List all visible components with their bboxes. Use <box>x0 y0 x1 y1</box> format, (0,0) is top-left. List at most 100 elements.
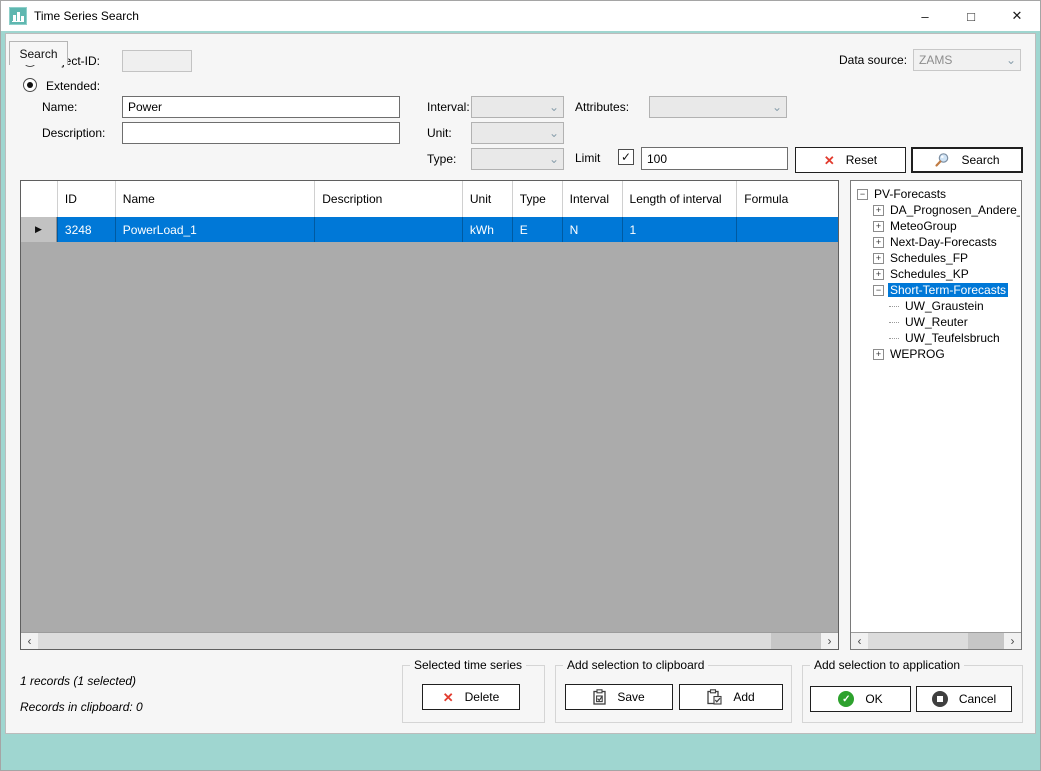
tree-connector <box>889 321 899 323</box>
tree-item-weprog[interactable]: + WEPROG <box>853 346 1020 362</box>
close-button[interactable]: ✕ <box>994 1 1040 31</box>
collapse-icon[interactable]: − <box>873 284 884 296</box>
column-header-interval[interactable]: Interval <box>561 181 622 217</box>
time-series-search-window: Time Series Search – □ ✕ Search Edit Mas… <box>0 0 1041 771</box>
limit-label: Limit <box>575 151 601 165</box>
search-button[interactable]: Search <box>911 147 1023 173</box>
tree-item-pv-forecasts[interactable]: − PV-Forecasts <box>853 186 1020 202</box>
column-header-description[interactable]: Description <box>314 181 462 217</box>
object-id-input[interactable] <box>122 50 192 72</box>
table-cell[interactable]: 1 <box>621 217 737 242</box>
table-row[interactable]: ▶ 3248 PowerLoad_1 kWh E N 1 <box>21 217 838 242</box>
tree-item-next-day-forecasts[interactable]: + Next-Day-Forecasts <box>853 234 1020 250</box>
attributes-select[interactable]: ⌄ <box>649 96 787 118</box>
scroll-left-icon: ‹ <box>27 634 32 648</box>
extended-label: Extended: <box>46 79 101 93</box>
tree-scroll-thumb[interactable] <box>868 633 968 649</box>
name-input[interactable] <box>122 96 400 118</box>
add-button-label: Add <box>733 690 755 704</box>
minimize-button[interactable]: – <box>902 1 948 31</box>
tab-search[interactable]: Search <box>9 41 68 65</box>
add-button[interactable]: Add <box>679 684 783 710</box>
clipboard-paste-icon <box>707 689 722 705</box>
type-label: Type: <box>427 152 457 166</box>
scroll-right-button[interactable]: › <box>821 633 838 649</box>
tree-item-uw-graustein[interactable]: UW_Graustein <box>853 298 1020 314</box>
results-table: ID Name Description Unit Type Interval Length … <box>20 180 839 650</box>
tree-item-uw-reuter[interactable]: UW_Reuter <box>853 314 1020 330</box>
reset-button-label: Reset <box>845 153 878 167</box>
unit-label: Unit: <box>427 126 452 140</box>
column-header-id[interactable]: ID <box>56 181 115 217</box>
description-input[interactable] <box>122 122 400 144</box>
table-cell[interactable] <box>314 217 462 242</box>
limit-input[interactable] <box>642 148 802 169</box>
tree-scroll-track[interactable] <box>868 633 1004 649</box>
expand-icon[interactable]: + <box>873 252 884 264</box>
column-header-formula[interactable]: Formula <box>736 181 838 217</box>
tree-item-short-term-forecasts[interactable]: − Short-Term-Forecasts <box>853 282 1020 298</box>
expand-icon[interactable]: + <box>873 348 884 360</box>
tree-item-label: UW_Graustein <box>905 299 984 313</box>
application-group-title: Add selection to application <box>810 658 965 672</box>
extended-radio[interactable] <box>23 78 37 92</box>
clipboard-status: Records in clipboard: 0 <box>20 700 143 714</box>
delete-button[interactable]: ✕ Delete <box>422 684 520 710</box>
tree-item-schedules-kp[interactable]: + Schedules_KP <box>853 266 1020 282</box>
table-cell[interactable] <box>736 217 838 242</box>
table-header-row: ID Name Description Unit Type Interval Length … <box>21 181 838 217</box>
table-cell[interactable]: N <box>561 217 622 242</box>
table-hscrollbar[interactable]: ‹ › <box>21 632 838 649</box>
indicator-column-header <box>21 181 57 217</box>
tree-hscrollbar[interactable]: ‹ › <box>851 632 1021 649</box>
check-icon: ✓ <box>620 150 632 164</box>
row-indicator: ▶ <box>21 217 57 242</box>
limit-spinner: ▲ ▼ <box>641 147 809 170</box>
red-x-icon: ✕ <box>442 689 454 705</box>
scroll-left-button[interactable]: ‹ <box>851 633 868 649</box>
tree-item-label: DA_Prognosen_Andere_ <box>890 203 1020 217</box>
table-cell[interactable]: 3248 <box>56 217 115 242</box>
tree-item-schedules-fp[interactable]: + Schedules_FP <box>853 250 1020 266</box>
maximize-button[interactable]: □ <box>948 1 994 31</box>
table-cell[interactable]: kWh <box>461 217 512 242</box>
data-source-label: Data source: <box>839 53 908 67</box>
delete-button-label: Delete <box>464 690 500 704</box>
cancel-button[interactable]: Cancel <box>916 686 1012 712</box>
scroll-left-button[interactable]: ‹ <box>21 633 38 649</box>
column-header-name[interactable]: Name <box>114 181 314 217</box>
tree-item-meteogroup[interactable]: + MeteoGroup <box>853 218 1020 234</box>
type-select[interactable]: ⌄ <box>471 148 564 170</box>
name-label: Name: <box>42 100 78 114</box>
collapse-icon[interactable]: − <box>857 188 868 200</box>
table-scroll-thumb[interactable] <box>38 633 771 649</box>
interval-select[interactable]: ⌄ <box>471 96 564 118</box>
expand-icon[interactable]: + <box>873 236 884 248</box>
data-source-select[interactable]: ZAMS ⌄ <box>913 49 1021 71</box>
unit-select[interactable]: ⌄ <box>471 122 564 144</box>
tree-item-label: Short-Term-Forecasts <box>888 283 1009 297</box>
table-scroll-track[interactable] <box>38 633 821 649</box>
table-cell[interactable]: E <box>511 217 562 242</box>
tree-item-da-prognosen-andere-[interactable]: + DA_Prognosen_Andere_ <box>853 202 1020 218</box>
data-source-value: ZAMS <box>919 53 953 67</box>
table-cell[interactable]: PowerLoad_1 <box>114 217 314 242</box>
expand-icon[interactable]: + <box>873 268 884 280</box>
column-header-type[interactable]: Type <box>511 181 562 217</box>
tree-connector <box>889 337 899 339</box>
chevron-down-icon: ⌄ <box>548 152 560 166</box>
reset-button[interactable]: ✕ Reset <box>795 147 906 173</box>
scroll-right-button[interactable]: › <box>1004 633 1021 649</box>
column-header-length-of-interval[interactable]: Length of interval <box>621 181 737 217</box>
stop-circle-icon <box>931 691 948 707</box>
expand-icon[interactable]: + <box>873 220 884 232</box>
scroll-right-icon: › <box>1010 634 1015 648</box>
save-button[interactable]: Save <box>565 684 673 710</box>
limit-checkbox[interactable]: ✓ <box>618 149 634 165</box>
tree-connector <box>889 305 899 307</box>
ok-button[interactable]: ✓ OK <box>810 686 911 712</box>
tree-item-uw-teufelsbruch[interactable]: UW_Teufelsbruch <box>853 330 1020 346</box>
column-header-unit[interactable]: Unit <box>461 181 512 217</box>
tree-items: − PV-Forecasts + DA_Prognosen_Andere_ + Meteo… <box>853 186 1020 631</box>
expand-icon[interactable]: + <box>873 204 884 216</box>
